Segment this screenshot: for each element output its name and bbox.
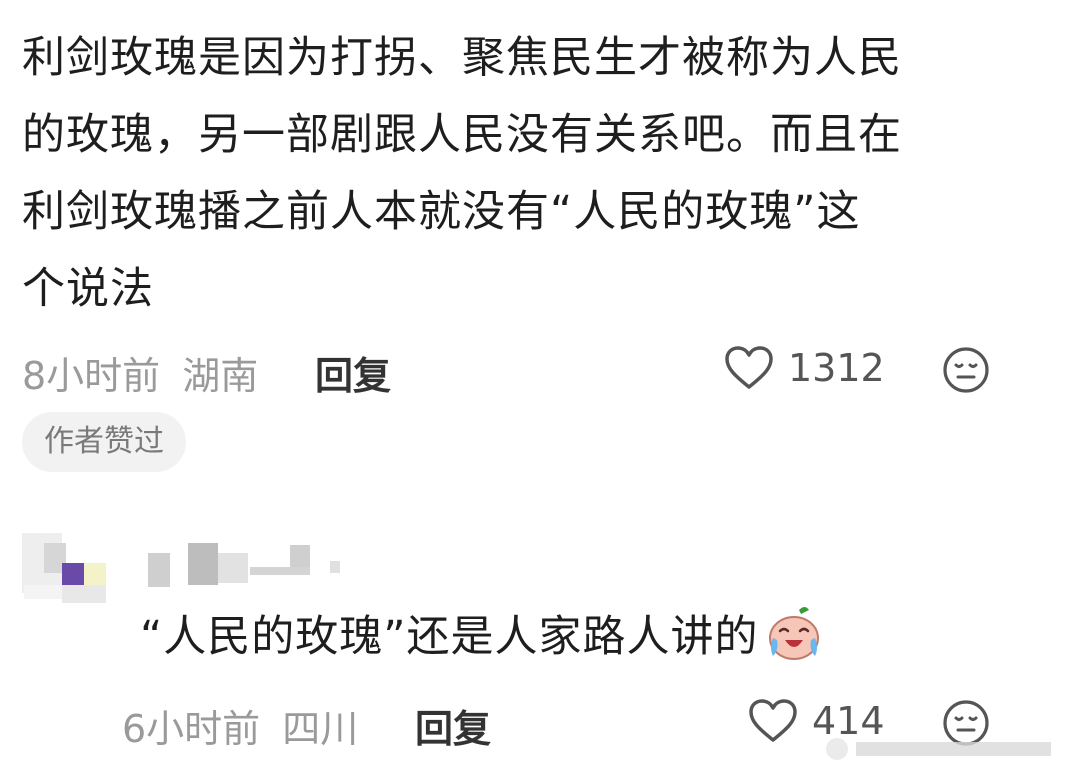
meh-face-icon	[943, 347, 989, 393]
comment-meta: 8小时前 湖南	[22, 345, 258, 400]
sub-reply-text: “人民的玫瑰”还是人家路人讲的	[140, 612, 759, 662]
like-count: 1312	[788, 346, 885, 390]
comment-body: 利剑玫瑰是因为打拐、聚焦民生才被称为人民 的玫瑰，另一部剧跟人民没有关系吧。而且…	[22, 20, 1022, 328]
sub-reply-body: “人民的玫瑰”还是人家路人讲的	[140, 602, 823, 664]
comment-line: 的玫瑰，另一部剧跟人民没有关系吧。而且在	[22, 110, 902, 160]
sub-reply-location: 四川	[282, 707, 359, 751]
comment-line: 个说法	[22, 264, 154, 314]
comment-location: 湖南	[182, 354, 259, 398]
like-button[interactable]: 1312	[724, 345, 885, 391]
author-liked-badge: 作者赞过	[22, 412, 186, 472]
sub-reply-time: 6小时前	[122, 707, 261, 751]
sub-reply-meta: 6小时前 四川	[122, 698, 358, 753]
comment-time: 8小时前	[22, 354, 161, 398]
sub-like-count: 414	[812, 699, 885, 743]
avatar[interactable]	[22, 523, 106, 603]
crying-laughing-sticker-icon	[768, 607, 819, 660]
comment-line: 利剑玫瑰是因为打拐、聚焦民生才被称为人民	[22, 33, 902, 83]
dislike-button[interactable]	[942, 346, 990, 398]
watermark	[826, 738, 1056, 760]
heart-icon	[725, 346, 773, 389]
reply-button[interactable]: 回复	[315, 345, 391, 400]
heart-icon	[749, 699, 797, 742]
comment-line: 利剑玫瑰播之前人本就没有“人民的玫瑰”这	[22, 187, 861, 237]
username-blurred[interactable]	[140, 543, 350, 588]
sub-reply-button[interactable]: 回复	[415, 698, 491, 753]
